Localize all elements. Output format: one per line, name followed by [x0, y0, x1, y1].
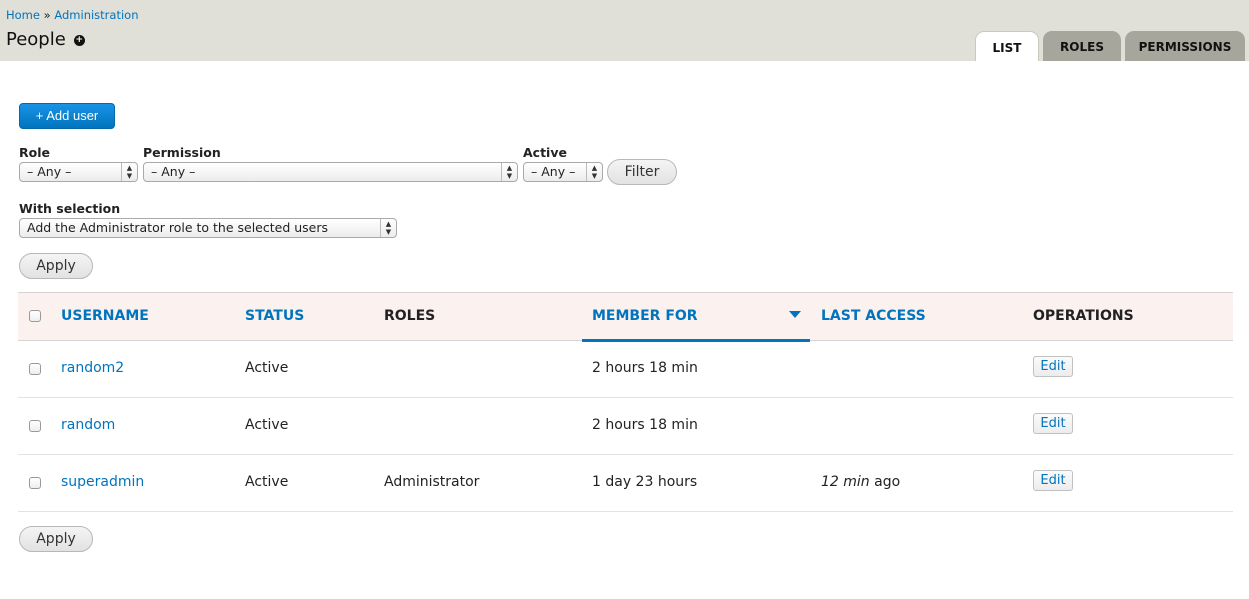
- status-cell: Active: [245, 417, 289, 433]
- add-user-button[interactable]: + Add user: [19, 103, 115, 129]
- permission-select-value: – Any –: [151, 164, 196, 179]
- select-arrows-icon: ▲ ▼: [380, 219, 396, 237]
- status-cell: Active: [245, 360, 289, 376]
- edit-button[interactable]: Edit: [1033, 413, 1073, 434]
- breadcrumb-administration-link[interactable]: Administration: [54, 8, 138, 22]
- username-link[interactable]: superadmin: [61, 474, 144, 490]
- select-arrows-icon: ▲ ▼: [586, 163, 602, 181]
- apply-button-top[interactable]: Apply: [19, 253, 93, 279]
- last-access-suffix: ago: [869, 474, 901, 490]
- page-title-wrap: People +: [6, 29, 85, 50]
- row-checkbox[interactable]: [29, 477, 41, 489]
- edit-button[interactable]: Edit: [1033, 470, 1073, 491]
- member-for-cell: 2 hours 18 min: [592, 360, 698, 376]
- last-access-cell: 12 min ago: [821, 474, 900, 490]
- breadcrumb-home-link[interactable]: Home: [6, 8, 40, 22]
- last-access-value: 12 min: [821, 474, 870, 490]
- select-all-checkbox[interactable]: [29, 310, 41, 322]
- role-select-value: – Any –: [27, 164, 72, 179]
- edit-button[interactable]: Edit: [1033, 356, 1073, 377]
- column-header-status[interactable]: STATUS: [245, 308, 304, 324]
- select-arrows-icon: ▲ ▼: [121, 163, 137, 181]
- member-for-cell: 2 hours 18 min: [592, 417, 698, 433]
- username-link[interactable]: random2: [61, 360, 124, 376]
- row-divider: [18, 397, 1233, 398]
- plus-circle-icon[interactable]: +: [73, 35, 85, 46]
- breadcrumb: Home » Administration: [6, 8, 138, 22]
- with-selection-label: With selection: [19, 201, 121, 216]
- bulk-action-select[interactable]: Add the Administrator role to the select…: [19, 218, 397, 238]
- roles-cell: Administrator: [384, 474, 480, 490]
- column-header-last-access[interactable]: LAST ACCESS: [821, 308, 926, 324]
- tab-list[interactable]: LIST: [975, 31, 1039, 61]
- row-divider: [18, 454, 1233, 455]
- filter-button[interactable]: Filter: [607, 159, 677, 185]
- row-divider: [18, 511, 1233, 512]
- row-checkbox[interactable]: [29, 363, 41, 375]
- role-filter-label: Role: [19, 145, 50, 160]
- sort-descending-icon[interactable]: [789, 311, 801, 318]
- row-checkbox[interactable]: [29, 420, 41, 432]
- column-header-member-for[interactable]: MEMBER FOR: [592, 308, 698, 324]
- select-arrows-icon: ▲ ▼: [501, 163, 517, 181]
- column-header-roles: ROLES: [384, 308, 436, 324]
- active-filter-label: Active: [523, 145, 567, 160]
- bulk-action-select-value: Add the Administrator role to the select…: [27, 220, 329, 235]
- column-header-username[interactable]: USERNAME: [61, 308, 149, 324]
- role-select[interactable]: – Any – ▲ ▼: [19, 162, 138, 182]
- status-cell: Active: [245, 474, 289, 490]
- username-link[interactable]: random: [61, 417, 115, 433]
- member-for-cell: 1 day 23 hours: [592, 474, 698, 490]
- page-title: People: [6, 29, 66, 50]
- permission-filter-label: Permission: [143, 145, 221, 160]
- tab-permissions[interactable]: PERMISSIONS: [1125, 31, 1245, 61]
- apply-button-bottom[interactable]: Apply: [19, 526, 93, 552]
- breadcrumb-separator: »: [43, 8, 51, 22]
- active-select-value: – Any –: [531, 164, 576, 179]
- active-sort-indicator: [582, 339, 810, 342]
- active-select[interactable]: – Any – ▲ ▼: [523, 162, 603, 182]
- permission-select[interactable]: – Any – ▲ ▼: [143, 162, 518, 182]
- tab-roles[interactable]: ROLES: [1043, 31, 1121, 61]
- column-header-operations: OPERATIONS: [1033, 308, 1134, 324]
